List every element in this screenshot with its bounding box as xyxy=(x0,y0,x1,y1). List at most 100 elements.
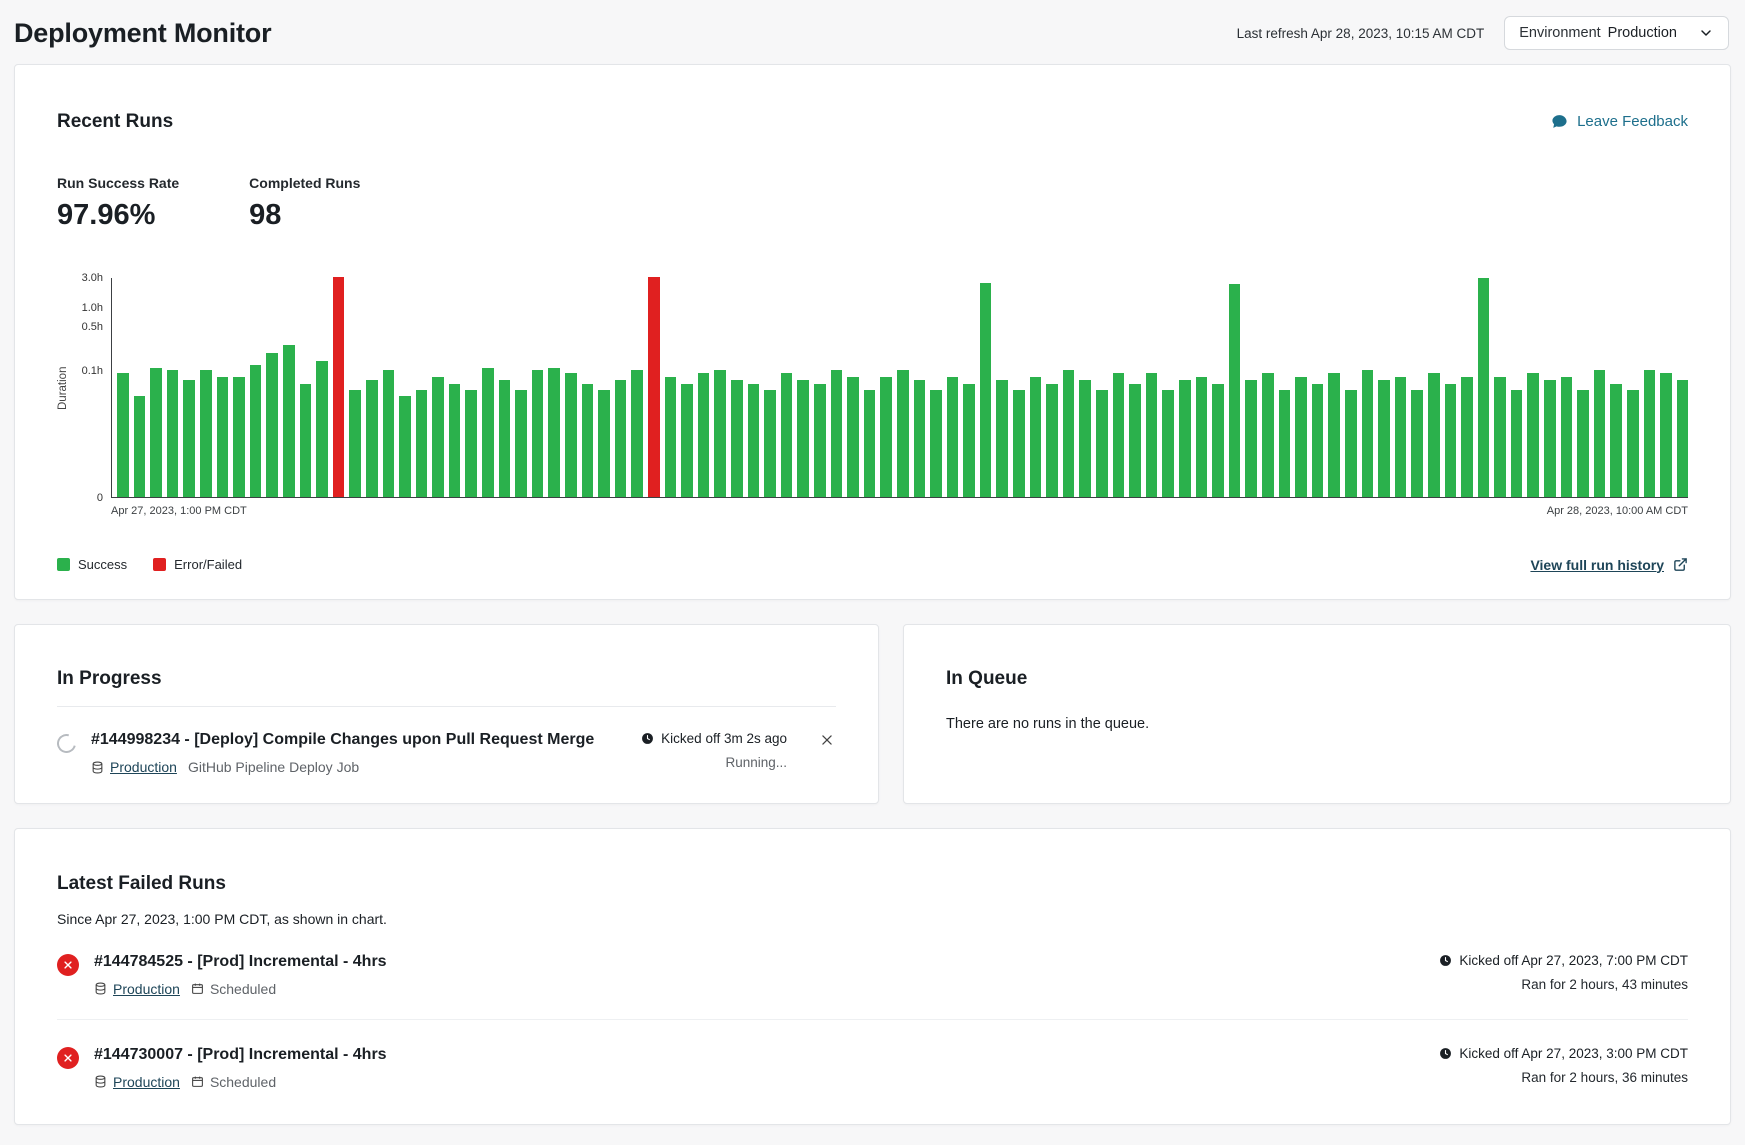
run-bar-success[interactable] xyxy=(947,377,959,497)
run-bar-success[interactable] xyxy=(1428,373,1440,497)
run-bar-success[interactable] xyxy=(399,396,411,497)
run-bar-success[interactable] xyxy=(963,384,975,497)
run-bar-success[interactable] xyxy=(681,384,693,497)
run-bar-success[interactable] xyxy=(250,365,262,497)
run-bar-success[interactable] xyxy=(1478,278,1490,497)
run-bar-success[interactable] xyxy=(383,370,395,497)
run-bar-success[interactable] xyxy=(1494,377,1506,497)
run-bar-success[interactable] xyxy=(615,380,627,497)
run-bar-success[interactable] xyxy=(482,368,494,497)
environment-link[interactable]: Production xyxy=(94,1074,180,1090)
run-bar-success[interactable] xyxy=(349,390,361,497)
run-bar-success[interactable] xyxy=(1162,390,1174,497)
run-bar-success[interactable] xyxy=(1627,390,1639,497)
run-bar-success[interactable] xyxy=(1345,390,1357,497)
run-bar-success[interactable] xyxy=(150,368,162,497)
run-bar-success[interactable] xyxy=(748,384,760,497)
run-bar-success[interactable] xyxy=(914,380,926,497)
run-bar-success[interactable] xyxy=(781,373,793,497)
run-bar-success[interactable] xyxy=(1063,370,1075,497)
run-bar-success[interactable] xyxy=(300,384,312,497)
run-bar-success[interactable] xyxy=(316,361,328,497)
run-bar-success[interactable] xyxy=(1245,380,1257,497)
run-bar-success[interactable] xyxy=(1030,377,1042,497)
run-bar-success[interactable] xyxy=(1561,377,1573,497)
run-bar-success[interactable] xyxy=(565,373,577,497)
run-bar-success[interactable] xyxy=(996,380,1008,497)
run-bar-success[interactable] xyxy=(731,380,743,497)
run-bar-success[interactable] xyxy=(1279,390,1291,497)
run-bar-success[interactable] xyxy=(233,377,245,497)
run-bar-success[interactable] xyxy=(1395,377,1407,497)
run-bar-success[interactable] xyxy=(1113,373,1125,497)
run-bar-success[interactable] xyxy=(499,380,511,497)
view-full-run-history-link[interactable]: View full run history xyxy=(1530,557,1688,573)
run-bar-success[interactable] xyxy=(930,390,942,497)
run-bar-success[interactable] xyxy=(847,377,859,497)
run-bar-success[interactable] xyxy=(880,377,892,497)
run-bar-success[interactable] xyxy=(1212,384,1224,497)
run-bar-success[interactable] xyxy=(1046,384,1058,497)
run-bar-success[interactable] xyxy=(283,345,295,497)
run-bar-success[interactable] xyxy=(1511,390,1523,497)
run-bar-success[interactable] xyxy=(532,370,544,497)
run-bar-success[interactable] xyxy=(814,384,826,497)
run-bar-success[interactable] xyxy=(1312,384,1324,497)
close-button[interactable] xyxy=(818,731,836,749)
run-bar-success[interactable] xyxy=(366,380,378,497)
run-bar-success[interactable] xyxy=(183,380,195,497)
run-bar-success[interactable] xyxy=(797,380,809,497)
run-bar-success[interactable] xyxy=(665,377,677,497)
run-bar-success[interactable] xyxy=(266,353,278,497)
run-bar-success[interactable] xyxy=(1196,377,1208,497)
run-bar-success[interactable] xyxy=(1445,384,1457,497)
environment-link[interactable]: Production xyxy=(94,981,180,997)
run-bar-success[interactable] xyxy=(1229,284,1241,497)
run-bar-success[interactable] xyxy=(1179,380,1191,497)
run-bar-success[interactable] xyxy=(515,390,527,497)
run-bar-success[interactable] xyxy=(416,390,428,497)
run-bar-success[interactable] xyxy=(980,283,992,497)
run-bar-success[interactable] xyxy=(1610,384,1622,497)
run-bar-success[interactable] xyxy=(449,384,461,497)
run-bar-failed[interactable] xyxy=(333,277,345,497)
run-bar-success[interactable] xyxy=(831,370,843,497)
run-bar-success[interactable] xyxy=(1129,384,1141,497)
run-bar-success[interactable] xyxy=(1378,380,1390,497)
run-bar-success[interactable] xyxy=(698,373,710,497)
run-bar-success[interactable] xyxy=(200,370,212,497)
run-bar-success[interactable] xyxy=(897,370,909,497)
run-bar-success[interactable] xyxy=(1577,390,1589,497)
run-bar-success[interactable] xyxy=(432,377,444,497)
run-bar-success[interactable] xyxy=(582,384,594,497)
run-bar-success[interactable] xyxy=(1295,377,1307,497)
run-bar-success[interactable] xyxy=(134,396,146,497)
run-bar-success[interactable] xyxy=(465,390,477,497)
run-bar-success[interactable] xyxy=(1411,390,1423,497)
run-bar-success[interactable] xyxy=(1594,370,1606,497)
run-bar-success[interactable] xyxy=(1096,390,1108,497)
run-bar-success[interactable] xyxy=(764,390,776,497)
run-bar-success[interactable] xyxy=(1262,373,1274,497)
run-bar-success[interactable] xyxy=(217,377,229,497)
run-bar-success[interactable] xyxy=(117,373,129,497)
run-bar-success[interactable] xyxy=(548,368,560,497)
run-bar-success[interactable] xyxy=(714,370,726,497)
run-bar-success[interactable] xyxy=(1362,370,1374,497)
run-bar-success[interactable] xyxy=(1146,373,1158,497)
run-bar-success[interactable] xyxy=(167,370,179,497)
environment-link[interactable]: Production xyxy=(91,759,177,775)
run-bar-success[interactable] xyxy=(1079,380,1091,497)
leave-feedback-button[interactable]: Leave Feedback xyxy=(1551,113,1688,130)
run-bar-success[interactable] xyxy=(598,390,610,497)
run-bar-failed[interactable] xyxy=(648,277,660,497)
environment-dropdown[interactable]: Environment Production xyxy=(1504,16,1729,50)
run-bar-success[interactable] xyxy=(864,390,876,497)
run-bar-success[interactable] xyxy=(1677,380,1689,497)
run-bar-success[interactable] xyxy=(1644,370,1656,497)
run-bar-success[interactable] xyxy=(1461,377,1473,497)
run-bar-success[interactable] xyxy=(1527,373,1539,497)
run-bar-success[interactable] xyxy=(1328,373,1340,497)
run-bar-success[interactable] xyxy=(1013,390,1025,497)
run-bar-success[interactable] xyxy=(1660,373,1672,497)
